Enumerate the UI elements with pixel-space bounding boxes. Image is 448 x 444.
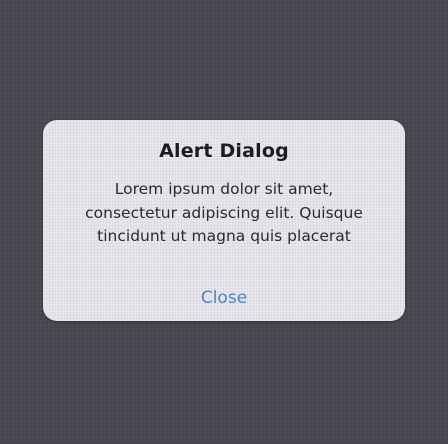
dialog-message-line: consectetur adipiscing elit. Quisque xyxy=(85,203,363,222)
alert-dialog: Alert Dialog Lorem ipsum dolor sit amet,… xyxy=(43,120,405,321)
dialog-title: Alert Dialog xyxy=(159,140,289,162)
dialog-message-line: Lorem ipsum dolor sit amet, xyxy=(114,180,334,198)
close-button[interactable]: Close xyxy=(173,284,275,312)
dialog-message: Lorem ipsum dolor sit amet, consectetur … xyxy=(57,178,391,249)
dialog-message-line: tincidunt ut magna quis placerat xyxy=(97,227,351,245)
